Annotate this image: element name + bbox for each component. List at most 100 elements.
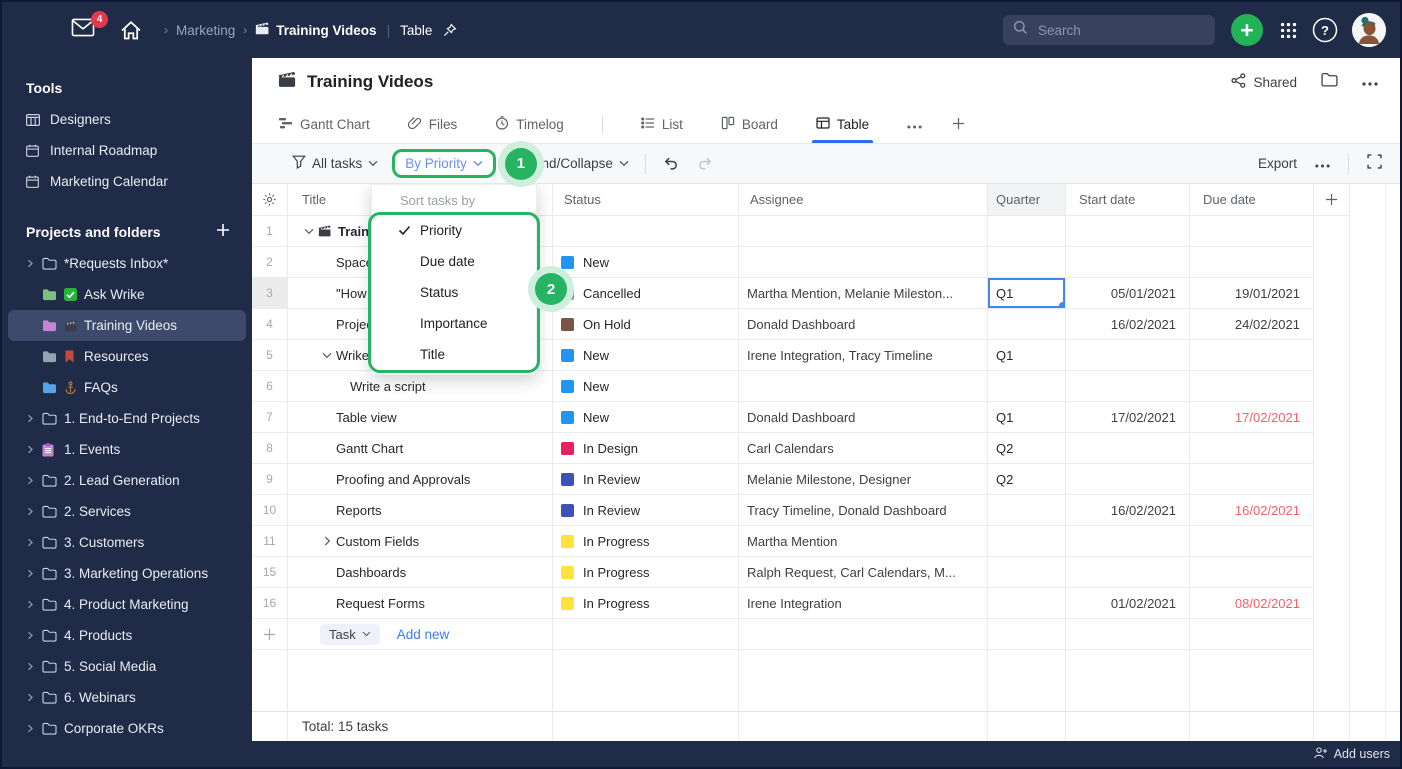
sidebar-item-4-product-marketing[interactable]: 4. Product Marketing: [8, 589, 246, 620]
start-date-cell[interactable]: 05/01/2021: [1066, 278, 1190, 309]
inbox-button[interactable]: 4: [70, 11, 108, 42]
due-date-cell[interactable]: [1190, 247, 1314, 278]
chevron-right-icon[interactable]: [318, 536, 336, 546]
sidebar-item-1-end-to-end-projects[interactable]: 1. End-to-End Projects: [8, 403, 246, 434]
quarter-cell[interactable]: Q1: [988, 340, 1066, 371]
start-date-cell[interactable]: [1066, 216, 1190, 247]
fullscreen-icon[interactable]: [1367, 153, 1382, 174]
row-number[interactable]: 1: [252, 216, 288, 247]
start-date-cell[interactable]: 17/02/2021: [1066, 402, 1190, 433]
assignee-cell[interactable]: Tracy Timeline, Donald Dashboard: [739, 495, 988, 526]
chevron-right-icon[interactable]: [26, 507, 42, 516]
sidebar-item-3-customers[interactable]: 3. Customers: [8, 527, 246, 558]
chevron-right-icon[interactable]: [26, 693, 42, 702]
task-title-cell[interactable]: Reports: [288, 495, 553, 526]
row-number[interactable]: 6: [252, 371, 288, 402]
quarter-cell[interactable]: [988, 526, 1066, 557]
tabs-more-button[interactable]: [907, 106, 922, 143]
tab-timelog[interactable]: Timelog: [495, 106, 564, 143]
assignee-cell[interactable]: Martha Mention: [739, 526, 988, 557]
sort-by-button[interactable]: By Priority: [392, 149, 496, 178]
chevron-right-icon[interactable]: [26, 476, 42, 485]
quarter-cell[interactable]: Q2: [988, 464, 1066, 495]
column-header-status[interactable]: Status: [553, 184, 739, 216]
quarter-cell[interactable]: [988, 588, 1066, 619]
column-header-quarter[interactable]: Quarter: [988, 184, 1066, 216]
assignee-cell[interactable]: Carl Calendars: [739, 433, 988, 464]
add-view-button[interactable]: [952, 106, 965, 143]
sort-option-title[interactable]: Title: [372, 339, 536, 370]
add-row-plus-icon[interactable]: [252, 619, 288, 650]
chevron-down-icon[interactable]: [300, 228, 318, 235]
status-cell[interactable]: Cancelled: [553, 278, 739, 309]
start-date-cell[interactable]: [1066, 433, 1190, 464]
status-cell[interactable]: In Progress: [553, 557, 739, 588]
sidebar-item-2-lead-generation[interactable]: 2. Lead Generation: [8, 465, 246, 496]
breadcrumb-parent[interactable]: Marketing: [176, 23, 235, 38]
status-cell[interactable]: New: [553, 371, 739, 402]
create-new-button[interactable]: +: [1231, 14, 1263, 46]
status-cell[interactable]: New: [553, 247, 739, 278]
due-date-cell[interactable]: 17/02/2021: [1190, 402, 1314, 433]
assignee-cell[interactable]: [739, 371, 988, 402]
start-date-cell[interactable]: [1066, 557, 1190, 588]
tab-list[interactable]: List: [640, 106, 683, 143]
row-number[interactable]: 15: [252, 557, 288, 588]
status-cell[interactable]: New: [553, 340, 739, 371]
chevron-right-icon[interactable]: [26, 569, 42, 578]
chevron-down-icon[interactable]: [318, 352, 336, 359]
chevron-right-icon[interactable]: [26, 662, 42, 671]
export-button[interactable]: Export: [1258, 156, 1297, 171]
quarter-cell[interactable]: [988, 371, 1066, 402]
sidebar-item-faqs[interactable]: FAQs: [8, 372, 246, 403]
row-number[interactable]: 16: [252, 588, 288, 619]
sidebar-item-ask-wrike[interactable]: Ask Wrike: [8, 279, 246, 310]
shared-button[interactable]: Shared: [1231, 73, 1297, 91]
start-date-cell[interactable]: [1066, 247, 1190, 278]
due-date-cell[interactable]: 24/02/2021: [1190, 309, 1314, 340]
start-date-cell[interactable]: 01/02/2021: [1066, 588, 1190, 619]
start-date-cell[interactable]: 16/02/2021: [1066, 309, 1190, 340]
add-column-button[interactable]: [1314, 184, 1350, 216]
quarter-cell[interactable]: [988, 309, 1066, 340]
breadcrumb-view[interactable]: Table: [400, 23, 432, 38]
sort-option-status[interactable]: Status: [372, 277, 536, 308]
assignee-cell[interactable]: Martha Mention, Melanie Mileston...: [739, 278, 988, 309]
hamburger-menu-icon[interactable]: [22, 21, 48, 39]
chevron-right-icon[interactable]: [26, 445, 42, 454]
start-date-cell[interactable]: [1066, 464, 1190, 495]
start-date-cell[interactable]: [1066, 340, 1190, 371]
avatar[interactable]: [1352, 13, 1386, 47]
sidebar-item-5-social-media[interactable]: 5. Social Media: [8, 651, 246, 682]
assignee-cell[interactable]: [739, 247, 988, 278]
status-cell[interactable]: In Review: [553, 495, 739, 526]
chevron-right-icon[interactable]: [26, 414, 42, 423]
row-number[interactable]: 9: [252, 464, 288, 495]
status-cell[interactable]: On Hold: [553, 309, 739, 340]
column-header-due-date[interactable]: Due date: [1190, 184, 1314, 216]
task-title-cell[interactable]: Table view: [288, 402, 553, 433]
due-date-cell[interactable]: 19/01/2021: [1190, 278, 1314, 309]
search-input[interactable]: [1036, 21, 1196, 39]
table-settings-button[interactable]: [252, 184, 288, 216]
due-date-cell[interactable]: 08/02/2021: [1190, 588, 1314, 619]
status-cell[interactable]: In Progress: [553, 588, 739, 619]
sidebar-item-marketing-calendar[interactable]: Marketing Calendar: [8, 166, 246, 197]
due-date-cell[interactable]: [1190, 526, 1314, 557]
start-date-cell[interactable]: [1066, 526, 1190, 557]
assignee-cell[interactable]: Melanie Milestone, Designer: [739, 464, 988, 495]
row-number[interactable]: 8: [252, 433, 288, 464]
sidebar-item-resources[interactable]: Resources: [8, 341, 246, 372]
row-number[interactable]: 11: [252, 526, 288, 557]
quarter-cell[interactable]: [988, 557, 1066, 588]
home-icon[interactable]: [120, 20, 142, 41]
row-number[interactable]: 7: [252, 402, 288, 433]
more-options-icon[interactable]: [1315, 155, 1330, 173]
task-type-selector[interactable]: Task: [320, 623, 380, 645]
due-date-cell[interactable]: 16/02/2021: [1190, 495, 1314, 526]
assignee-cell[interactable]: Irene Integration: [739, 588, 988, 619]
assignee-cell[interactable]: Ralph Request, Carl Calendars, M...: [739, 557, 988, 588]
chevron-right-icon[interactable]: [26, 259, 42, 268]
due-date-cell[interactable]: [1190, 340, 1314, 371]
breadcrumb-current[interactable]: Training Videos: [255, 22, 377, 38]
